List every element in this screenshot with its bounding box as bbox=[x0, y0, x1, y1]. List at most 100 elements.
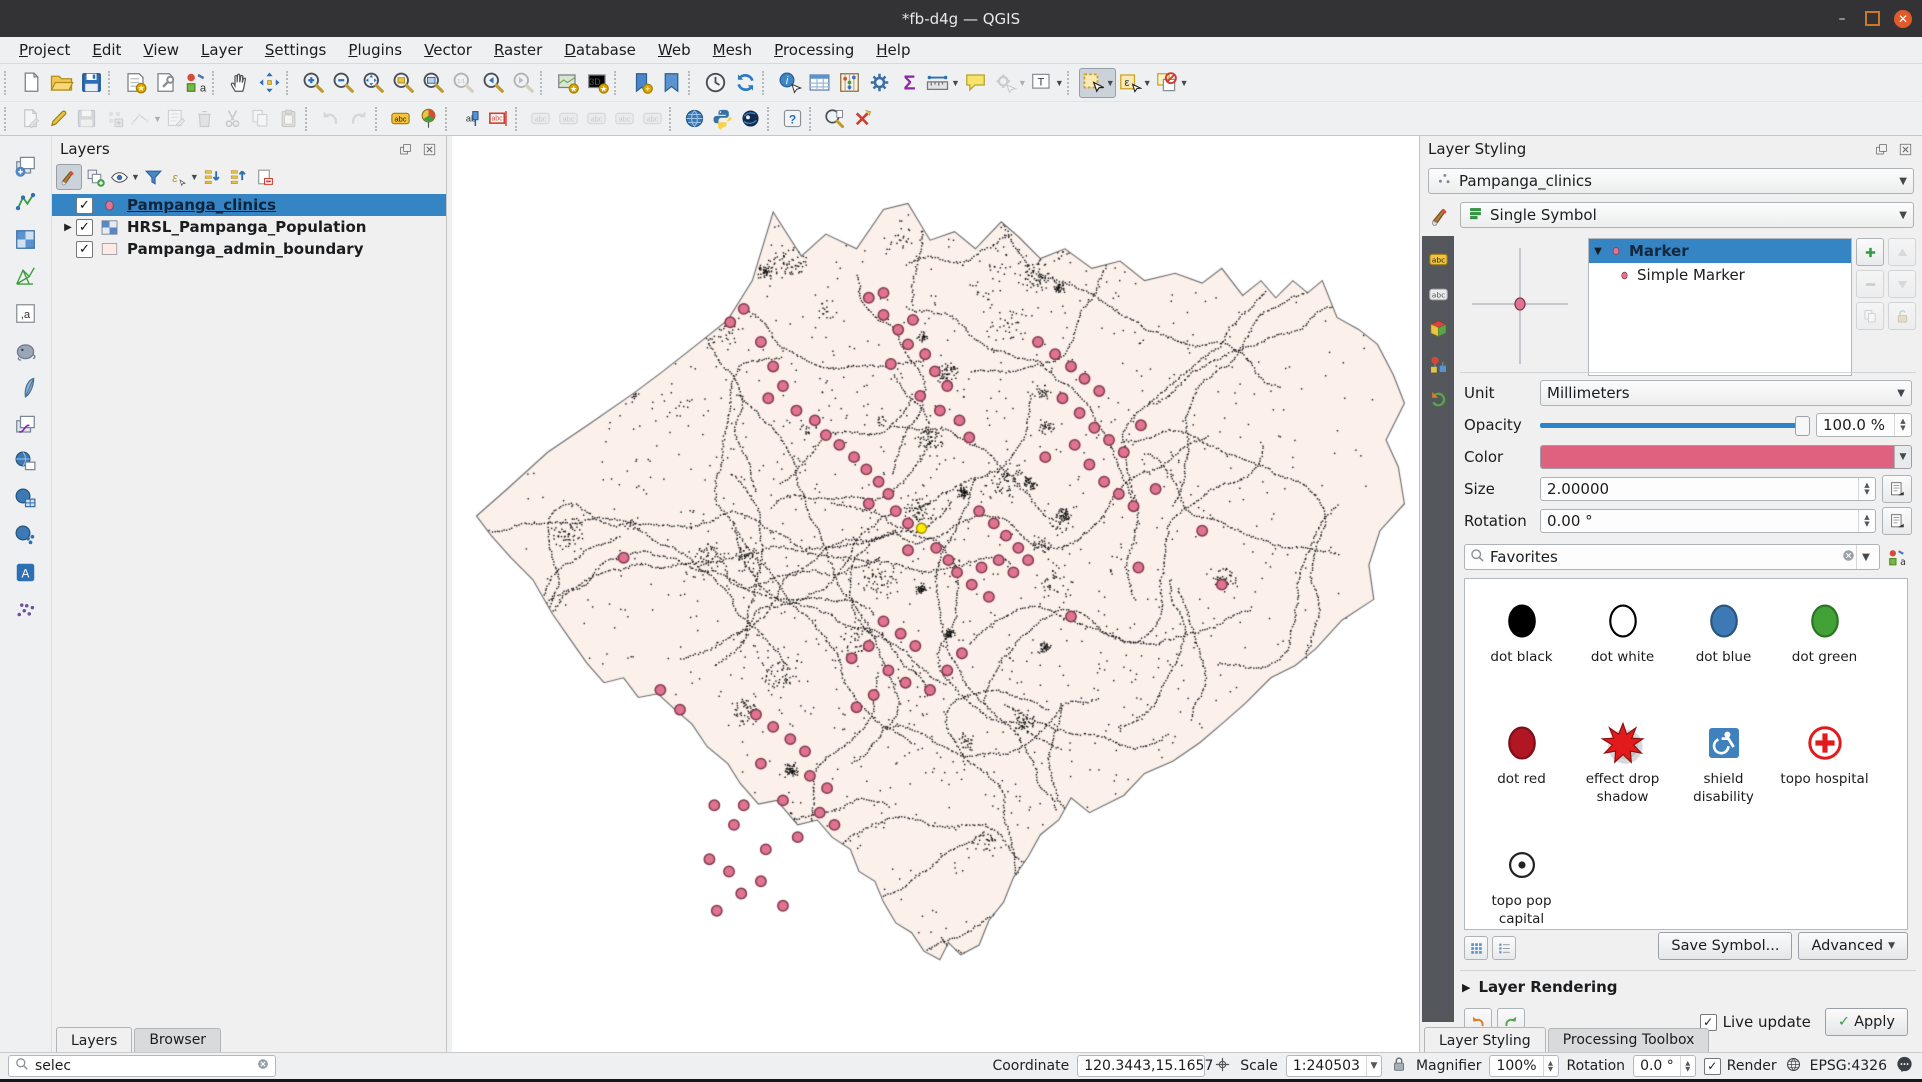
zoom-next-icon[interactable] bbox=[508, 68, 538, 98]
magnifier-spinbox[interactable]: 100% ▲ ▼ bbox=[1489, 1055, 1559, 1077]
undo-edit-icon[interactable] bbox=[317, 105, 345, 133]
expand-all-icon[interactable] bbox=[200, 164, 226, 190]
add-wfs-layer-icon[interactable] bbox=[10, 520, 42, 550]
lock-symbol-color-icon[interactable] bbox=[1888, 302, 1916, 330]
symbol-item-dot-red[interactable]: dot red bbox=[1471, 715, 1572, 837]
zoom-out-icon[interactable] bbox=[328, 68, 358, 98]
dock-float-icon[interactable] bbox=[396, 140, 414, 158]
size-spinbox[interactable]: 2.00000 ▲ ▼ bbox=[1540, 477, 1876, 501]
layer-visibility-checkbox[interactable]: ✓ bbox=[76, 218, 93, 236]
toolbar-grip[interactable] bbox=[808, 106, 817, 131]
toolbar-grip[interactable] bbox=[668, 106, 677, 131]
styling-layer-select[interactable]: Pampanga_clinics ▼ bbox=[1428, 168, 1914, 194]
symbol-search-input[interactable]: Favorites ▼ bbox=[1464, 544, 1880, 570]
new-project-icon[interactable] bbox=[16, 68, 46, 98]
add-group-icon[interactable] bbox=[82, 164, 108, 190]
data-defined-override-icon[interactable] bbox=[1882, 475, 1912, 503]
zoom-native-icon[interactable]: 1:1 bbox=[448, 68, 478, 98]
deselect-all-icon[interactable]: ▼ bbox=[1153, 68, 1190, 98]
add-symbol-layer-icon[interactable] bbox=[1856, 238, 1884, 266]
maximize-button-icon[interactable] bbox=[1865, 11, 1880, 26]
menu-project[interactable]: Project bbox=[8, 38, 81, 62]
plugin-tools-icon[interactable] bbox=[849, 105, 877, 133]
labels-tab-icon[interactable]: abc bbox=[1425, 246, 1451, 272]
opacity-slider-handle[interactable] bbox=[1795, 416, 1810, 436]
remove-layer-icon[interactable] bbox=[252, 164, 278, 190]
text-annotation-icon[interactable]: T ▼ bbox=[1028, 68, 1065, 98]
add-point-cloud-layer-icon[interactable] bbox=[10, 594, 42, 624]
help-contents-icon[interactable]: ? bbox=[779, 105, 807, 133]
extent-tracking-icon[interactable] bbox=[1213, 1055, 1232, 1078]
dock-close-icon[interactable] bbox=[420, 140, 438, 158]
add-delimited-text-layer-icon[interactable]: ,a bbox=[10, 298, 42, 328]
add-vector-layer-icon[interactable] bbox=[10, 187, 42, 217]
move-symbol-layer-up-icon[interactable] bbox=[1888, 238, 1916, 266]
dock-close-icon[interactable] bbox=[1896, 140, 1914, 158]
duplicate-symbol-layer-icon[interactable] bbox=[1856, 302, 1884, 330]
current-edits-icon[interactable] bbox=[16, 105, 44, 133]
layer-item-pampanga_admin_boundary[interactable]: ✓ Pampanga_admin_boundary bbox=[52, 238, 446, 260]
toolbar-grip[interactable] bbox=[286, 70, 294, 95]
toolbar-grip[interactable] bbox=[514, 106, 523, 131]
history-tab-icon[interactable] bbox=[1425, 386, 1451, 412]
vertex-tool-icon[interactable]: ▼ bbox=[128, 105, 163, 133]
opacity-slider[interactable] bbox=[1540, 415, 1810, 436]
add-raster-layer-icon[interactable] bbox=[10, 224, 42, 254]
save-symbol-button[interactable]: Save Symbol... bbox=[1658, 932, 1793, 960]
open-layer-styling-icon[interactable] bbox=[56, 164, 82, 190]
pan-to-selection-icon[interactable] bbox=[254, 68, 284, 98]
toolbar-grip[interactable] bbox=[4, 106, 12, 131]
manage-map-themes-icon[interactable]: ▼ bbox=[108, 164, 141, 190]
menu-layer[interactable]: Layer bbox=[190, 38, 254, 62]
layer-item-hrsl_pampanga_population[interactable]: ▶ ✓ HRSL_Pampanga_Population bbox=[52, 216, 446, 238]
toolbar-grip[interactable] bbox=[540, 70, 548, 95]
symbol-item-dot-blue[interactable]: dot blue bbox=[1673, 593, 1774, 715]
print-layout-icon[interactable] bbox=[120, 68, 150, 98]
refresh-map-icon[interactable] bbox=[730, 68, 760, 98]
metasearch-icon[interactable] bbox=[681, 105, 709, 133]
symbol-item-effect-drop-shadow[interactable]: effect drop shadow bbox=[1572, 715, 1673, 837]
layer-item-pampanga_clinics[interactable]: ✓ Pampanga_clinics bbox=[52, 194, 446, 216]
minimize-button-icon[interactable]: – bbox=[1833, 10, 1851, 28]
toolbar-grip[interactable] bbox=[614, 70, 622, 95]
modify-attributes-icon[interactable] bbox=[163, 105, 191, 133]
toolbar-grip[interactable] bbox=[304, 106, 313, 131]
pinned-labels-icon[interactable]: ab bbox=[457, 105, 485, 133]
copy-features-icon[interactable] bbox=[247, 105, 275, 133]
map-rotation-spinbox[interactable]: 0.0 ° ▲ ▼ bbox=[1633, 1055, 1696, 1077]
new-3d-map-view-icon[interactable]: 3D ★ bbox=[582, 68, 612, 98]
layer-labeling-icon[interactable]: abc bbox=[387, 105, 415, 133]
remove-symbol-layer-icon[interactable] bbox=[1856, 270, 1884, 298]
data-defined-override-icon[interactable] bbox=[1882, 507, 1912, 535]
symbol-tree-marker[interactable]: ▼ Marker bbox=[1589, 239, 1851, 263]
new-map-view-icon[interactable]: ★ bbox=[552, 68, 582, 98]
delete-selected-icon[interactable] bbox=[191, 105, 219, 133]
symbology-tab-paintbrush-icon[interactable] bbox=[1425, 200, 1457, 232]
redo-edit-icon[interactable] bbox=[345, 105, 373, 133]
symbol-item-topo-hospital[interactable]: topo hospital bbox=[1774, 715, 1875, 837]
menu-edit[interactable]: Edit bbox=[81, 38, 132, 62]
symbol-item-topo-pop-capital[interactable]: topo pop capital bbox=[1471, 837, 1572, 929]
toolbar-grip[interactable] bbox=[766, 106, 775, 131]
expand-arrow-icon[interactable]: ▼ bbox=[1589, 246, 1607, 257]
change-label-icon[interactable]: abc bbox=[639, 105, 667, 133]
save-project-icon[interactable] bbox=[76, 68, 106, 98]
dock-float-icon[interactable] bbox=[1872, 140, 1890, 158]
right-dock-tab-layer-styling[interactable]: Layer Styling bbox=[1424, 1027, 1546, 1053]
add-wms-layer-icon[interactable] bbox=[10, 446, 42, 476]
add-record-icon[interactable] bbox=[100, 105, 128, 133]
statistical-summary-icon[interactable] bbox=[834, 68, 864, 98]
color-button[interactable]: ▼ bbox=[1540, 445, 1912, 469]
symbol-item-dot-green[interactable]: dot green bbox=[1774, 593, 1875, 715]
renderer-select[interactable]: Single Symbol ▼ bbox=[1460, 202, 1914, 228]
advanced-button[interactable]: Advanced ▼ bbox=[1798, 932, 1908, 960]
right-dock-tab-processing-toolbox[interactable]: Processing Toolbox bbox=[1547, 1028, 1710, 1052]
quickmapservices-icon[interactable] bbox=[737, 105, 765, 133]
map-canvas[interactable] bbox=[452, 136, 1419, 1052]
menu-help[interactable]: Help bbox=[865, 38, 921, 62]
filter-legend-icon[interactable] bbox=[141, 164, 167, 190]
clear-search-icon[interactable] bbox=[1841, 548, 1856, 567]
toolbar-grip[interactable] bbox=[688, 70, 696, 95]
show-hide-labels-icon[interactable]: abc bbox=[555, 105, 583, 133]
paste-features-icon[interactable] bbox=[275, 105, 303, 133]
